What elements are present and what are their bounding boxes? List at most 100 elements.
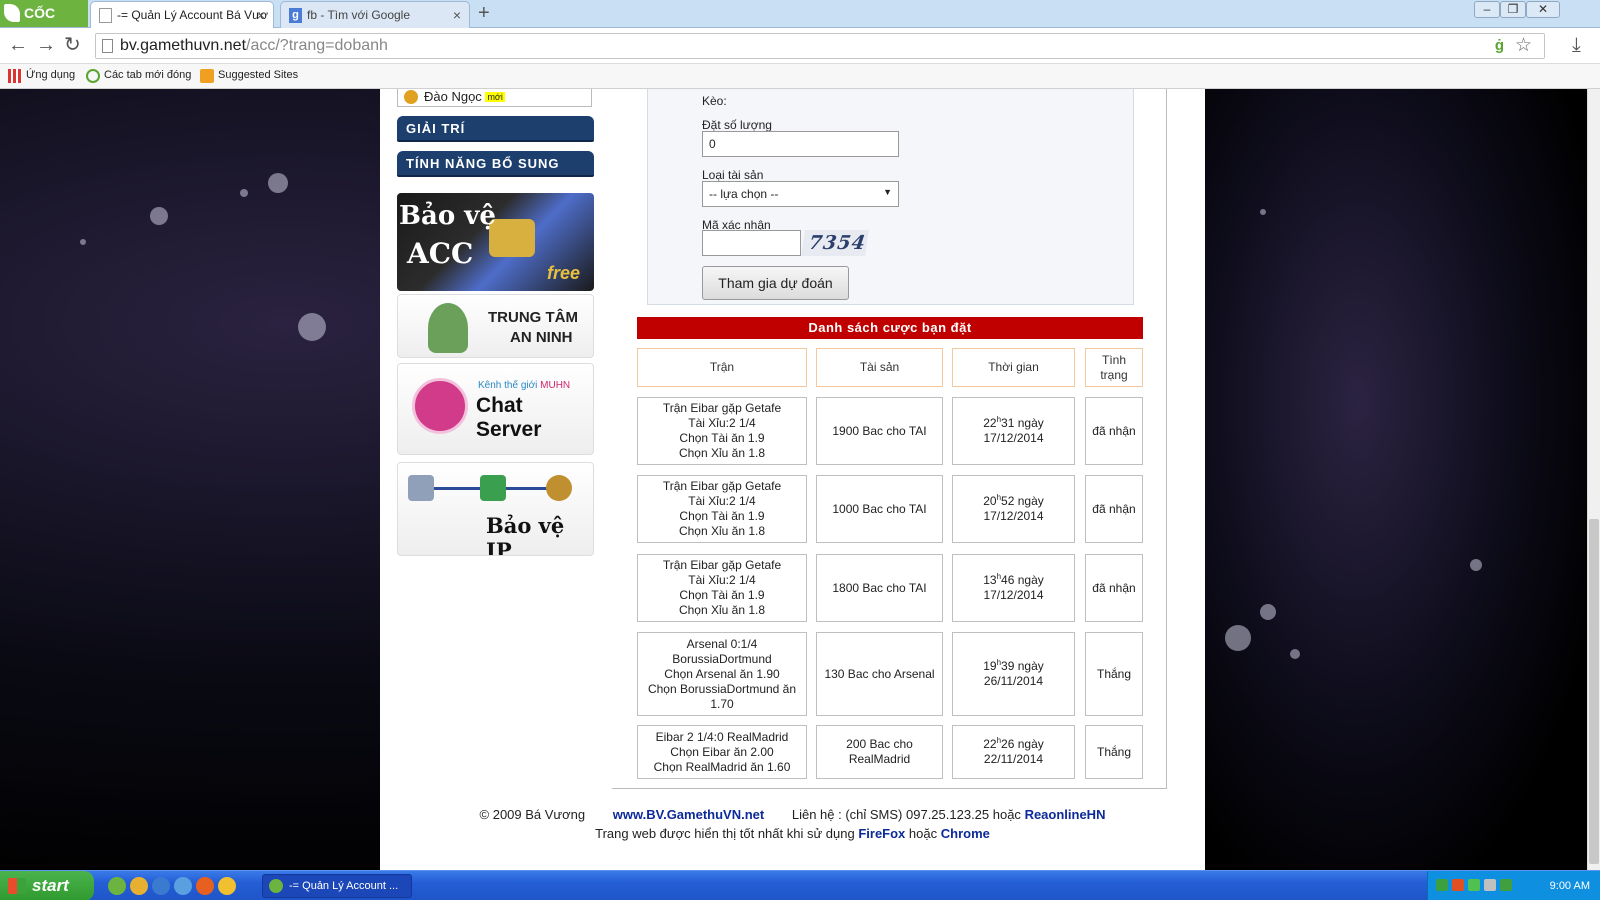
bokeh-orb (268, 173, 288, 193)
banner-title: Chat Server (476, 394, 542, 441)
sidebar-item-label: Đào Ngọc (424, 89, 482, 104)
submit-prediction-button[interactable]: Tham gia dự đoán (702, 266, 849, 300)
status-text: đã nhận (1092, 501, 1136, 516)
sidebar-header-giai-tri[interactable]: GIẢI TRÍ (397, 116, 594, 142)
coccoc-logo[interactable]: CỐC CỐC (0, 0, 88, 48)
tab-account-manager[interactable]: -= Quản Lý Account Bá Vươ × (90, 1, 274, 28)
banner-trung-tam-an-ninh[interactable]: TRUNG TÂM AN NINH (397, 294, 594, 358)
chrome-quicklaunch-icon[interactable] (130, 877, 148, 895)
time-text: 13h46 ngày 17/12/2014 (983, 573, 1044, 603)
copyright-text: © 2009 Bá Vương (479, 807, 586, 822)
background-right (1205, 89, 1587, 870)
coccoc-quicklaunch-icon[interactable] (108, 877, 126, 895)
bokeh-orb (1260, 604, 1276, 620)
time-minute: 46 ngày (1001, 573, 1044, 587)
contact-link[interactable]: ReaonlineHN (1025, 807, 1106, 822)
or-text: hoặc (908, 826, 938, 841)
bokeh-orb (1290, 649, 1300, 659)
bookmark-recent-tabs[interactable]: Các tab mới đóng (86, 69, 191, 83)
time-line: 22h26 ngày (983, 737, 1044, 752)
page-scrollbar[interactable] (1587, 89, 1600, 870)
messenger-quicklaunch-icon[interactable] (218, 877, 236, 895)
time-line: 19h39 ngày (983, 659, 1044, 674)
volume-icon[interactable] (1484, 879, 1496, 891)
match-line: Trận Eibar gặp Getafe (662, 401, 782, 415)
match-lines: Trận Eibar gặp Getafe Tài Xỉu:2 1/4 Chọn T… (663, 479, 781, 539)
banner-caption: Kênh thế giới MUHN (478, 380, 570, 391)
status-text: đã nhận (1092, 423, 1136, 438)
bookmark-star-icon[interactable]: ☆ (1515, 34, 1532, 57)
contact-text: Liên hệ : (chỉ SMS) 097.25.123.25 hoặc (791, 807, 1021, 822)
bokeh-orb (150, 207, 168, 225)
banner-bao-ve-acc[interactable]: Bảo vệ ACC free (397, 193, 594, 291)
time-text: 19h39 ngày 26/11/2014 (983, 659, 1044, 689)
table-cell-match: Trận Eibar gặp Getafe Tài Xỉu:2 1/4 Chọn T… (637, 475, 807, 543)
bookmark-apps[interactable]: Ứng dụng (8, 69, 75, 83)
ie-quicklaunch-icon[interactable] (174, 877, 192, 895)
minimize-icon[interactable]: – (1474, 1, 1500, 18)
computer-icon (408, 475, 434, 501)
asset-text: 1000 Bac cho TAI (832, 501, 927, 516)
coccoc-extension-icon[interactable]: ġ (1495, 37, 1504, 54)
close-window-icon[interactable]: ✕ (1526, 1, 1560, 18)
table-cell-time: 19h39 ngày 26/11/2014 (952, 632, 1075, 716)
match-line: Chọn Xỉu ăn 1.8 (678, 603, 766, 617)
bet-form: Kèo: Đặt số lượng 0 Loại tài sản -- lựa … (647, 89, 1134, 305)
browser-titlebar: CỐC CỐC -= Quản Lý Account Bá Vươ × g fb… (0, 0, 1600, 48)
tray-app-icon[interactable] (1468, 879, 1480, 891)
match-line: Chọn Tài ăn 1.9 (679, 588, 765, 602)
google-icon: g (289, 8, 302, 23)
table-cell-status: Thắng (1085, 632, 1143, 716)
match-line: Chọn Xỉu ăn 1.8 (678, 446, 766, 460)
tray-app-icon[interactable] (1452, 879, 1464, 891)
start-label: start (32, 876, 69, 895)
back-icon[interactable]: ← (8, 34, 28, 56)
url-text[interactable]: bv.gamethuvn.net/acc/?trang=dobanh (120, 37, 388, 55)
table-cell-time: 22h26 ngày 22/11/2014 (952, 725, 1075, 779)
qty-input[interactable]: 0 (702, 131, 899, 157)
asset-select[interactable]: -- lựa chọn -- ▼ (702, 181, 899, 207)
suggested-sites-icon (200, 69, 214, 83)
banner-bao-ve-ip[interactable]: Bảo vệ IP (397, 462, 594, 556)
chrome-link[interactable]: Chrome (941, 826, 990, 841)
taskbar-item-browser[interactable]: -= Quản Lý Account ... (262, 874, 412, 898)
time-hour: 19 (983, 659, 997, 673)
system-tray: 9:00 AM (1427, 871, 1600, 900)
scrollbar-thumb[interactable] (1589, 519, 1599, 864)
match-lines: Eibar 2 1/4:0 RealMadrid Chọn Eibar ăn 2.… (654, 730, 791, 775)
close-tab-icon[interactable]: × (257, 2, 265, 28)
url-host: bv.gamethuvn.net (120, 37, 247, 54)
sidebar-header-tinh-nang[interactable]: TÍNH NĂNG BỔ SUNG (397, 151, 594, 177)
banner-subtitle: AN NINH (510, 329, 573, 346)
reload-icon[interactable]: ↻ (64, 34, 81, 56)
firefox-quicklaunch-icon[interactable] (196, 877, 214, 895)
time-date: 17/12/2014 (983, 431, 1044, 445)
firefox-link[interactable]: FireFox (858, 826, 905, 841)
time-date: 22/11/2014 (983, 752, 1044, 766)
time-text: 20h52 ngày 17/12/2014 (983, 494, 1044, 524)
time-date: 17/12/2014 (983, 509, 1044, 523)
restore-icon[interactable]: ❐ (1500, 1, 1526, 18)
banner-chat-server[interactable]: Kênh thế giới MUHN Chat Server (397, 363, 594, 455)
page-icon (102, 39, 113, 53)
new-tab-icon[interactable]: + (478, 2, 490, 25)
tab-title: -= Quản Lý Account Bá Vươ (117, 8, 268, 22)
site-link[interactable]: www.BV.GamethuVN.net (613, 807, 764, 822)
banner-title: Bảo vệ IP (486, 513, 565, 556)
download-icon[interactable]: ⤓ (1572, 34, 1581, 57)
app-quicklaunch-icon[interactable] (152, 877, 170, 895)
time-minute: 26 ngày (1001, 737, 1044, 751)
sidebar-item-dao-ngoc[interactable]: Đào Ngọc mới (397, 89, 592, 107)
bookmark-suggested-sites[interactable]: Suggested Sites (200, 69, 298, 83)
match-line: Chọn RealMadrid ăn 1.60 (653, 759, 791, 774)
network-icon[interactable] (1500, 879, 1512, 891)
address-bar[interactable]: bv.gamethuvn.net/acc/?trang=dobanh ġ ☆ (95, 33, 1545, 59)
tab-google-search[interactable]: g fb - Tìm với Google × (280, 1, 470, 28)
start-button[interactable]: start (0, 871, 94, 900)
close-tab-icon[interactable]: × (453, 2, 461, 28)
match-lines: Arsenal 0:1/4 BorussiaDortmund Chọn Arsena… (648, 637, 796, 712)
captcha-input[interactable] (702, 230, 801, 256)
table-cell-time: 13h46 ngày 17/12/2014 (952, 554, 1075, 622)
forward-icon[interactable]: → (36, 34, 56, 56)
tray-app-icon[interactable] (1436, 879, 1448, 891)
